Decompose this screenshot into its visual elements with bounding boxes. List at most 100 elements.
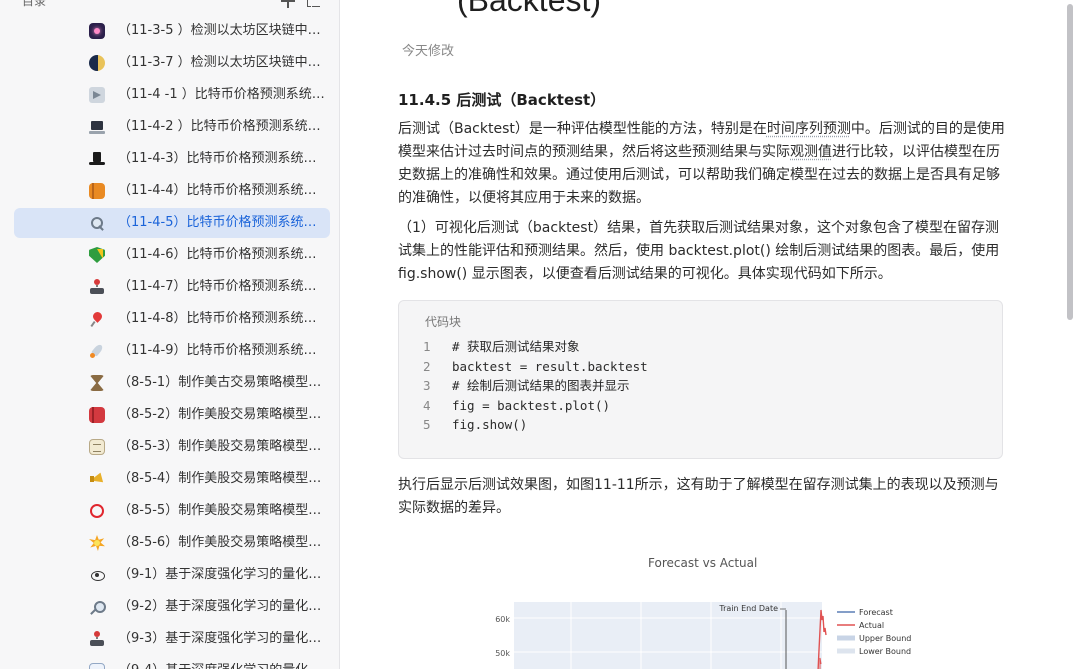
laptop-icon [89,119,105,135]
y-tick-label: 60k [495,615,510,624]
sidebar-toc-item[interactable]: （11-4-7）比特币价格预测系统：模... [14,272,330,302]
joystick-icon [89,631,105,647]
horn-icon [89,471,105,487]
scrollbar-thumb[interactable] [1067,4,1073,320]
sidebar-toc-item[interactable]: （11-4-6）比特币价格预测系统：预测 [14,240,330,270]
megaphone-icon [89,87,105,103]
code-line-text: # 获取后测试结果对象 [452,339,580,354]
sidebar-toc-label: （8-5-2）制作美股交易策略模型：... [118,407,326,422]
magnifier-left-icon [89,599,106,615]
sidebar-toc-item[interactable]: （11-3-7 ）检测以太坊区块链中的非... [14,48,330,78]
term-link[interactable]: 观测值 [790,144,832,160]
rocket-icon [89,343,105,359]
sidebar-toc-label: （11-3-7 ）检测以太坊区块链中的非... [118,55,326,70]
magnifier-icon [89,215,105,231]
sparkle-star-icon [89,23,105,39]
sidebar-toc-item[interactable]: （11-4-2 ）比特币价格预测系统：数... [14,112,330,142]
sidebar-toc-item[interactable]: （11-4-4）比特币价格预测系统：交... [14,176,330,206]
code-line-text: fig.show() [452,417,528,433]
sidebar-toc-label: （11-4-5）比特币价格预测系统：后... [118,215,326,230]
modified-timestamp: 今天修改 [402,44,455,59]
sidebar-toc-label: （9-4）基于深度强化学习的量化交易... [118,663,326,669]
sidebar-toc-label: （11-4-2 ）比特币价格预测系统：数... [118,119,326,134]
term-link[interactable]: 时间序列预测 [767,121,851,137]
sidebar-toc-label: （8-5-6）制作美股交易策略模型：... [118,535,326,550]
code-line: 2 backtest = result.backtest [399,357,999,377]
burst-icon [89,535,105,551]
sidebar-toc-item[interactable]: （9-2）基于深度强化学习的量化交易... [14,592,330,622]
document-pane: (Backtest) 今天修改 11.4.5 后测试（Backtest） 后测试… [341,0,1080,669]
sidebar-toc-item[interactable]: （11-4-9）比特币价格预测系统：模... [14,336,330,366]
paragraph-intro: 后测试（Backtest）是一种评估模型性能的方法，特别是在时间序列预测中。后测… [398,118,1006,210]
train-end-annotation: Train End Date [718,604,778,613]
sidebar-toc-label: （9-1）基于深度强化学习的量化交易... [118,567,326,582]
pushpin-icon [89,311,105,327]
sidebar-toc-item[interactable]: （8-5-1）制作美古交易策略模型：项... [14,368,330,398]
sidebar-toc-item[interactable]: （8-5-2）制作美股交易策略模型：... [14,400,330,430]
paragraph-step-1: （1）可视化后测试（backtest）结果，首先获取后测试结果对象，这个对象包含… [398,220,1000,282]
legend-label: Lower Bound [859,647,911,656]
sidebar-toc-item[interactable]: （11-4-5）比特币价格预测系统：后... [14,208,330,238]
red-book-icon [89,407,105,423]
paragraph-result: 执行后显示后测试效果图，如图11-11所示，这有助于了解模型在留存测试集上的表现… [398,477,999,516]
ledger-icon [89,439,105,455]
legend-label: Actual [859,621,884,630]
legend-label: Forecast [859,608,893,617]
sidebar: 目录 （11-3-5 ）检测以太坊区块链中的非... （11-3-7 ）检测以太坊… [0,0,340,669]
code-line: 4 fig = backtest.plot() [399,396,999,416]
forecast-chart-figure: Forecast vs Actual 60k 50k Train End Date F… [481,540,941,669]
document-scrollbar[interactable] [1067,0,1073,669]
sidebar-toc-label: （11-3-5 ）检测以太坊区块链中的非... [118,23,326,38]
sidebar-toc-item[interactable]: （8-5-5）制作美股交易策略模型：... [14,496,330,526]
sidebar-toc-item[interactable]: （11-3-5 ）检测以太坊区块链中的非... [14,16,330,46]
document-title: (Backtest) [457,0,602,18]
code-line: 1 # 获取后测试结果对象 [399,337,999,357]
sidebar-toc-item[interactable]: （8-5-6）制作美股交易策略模型：... [14,528,330,558]
top-hat-icon [89,151,105,167]
sidebar-toc-label: （11-4-8）比特币价格预测系统：使... [118,311,326,326]
y-tick-label: 50k [495,649,510,658]
sidebar-toc-item[interactable]: （11-4-8）比特币价格预测系统：使... [14,304,330,334]
sidebar-toc-item[interactable]: （8-5-3）制作美股交易策略模型：E... [14,432,330,462]
sidebar-toc-item[interactable]: （9-3）基于深度强化学习的量化交易... [14,624,330,654]
sidebar-toc-label: （8-5-4）制作美股交易策略模型：... [118,471,326,486]
sidebar-toc-label: （11-4-7）比特币价格预测系统：模... [118,279,326,294]
sidebar-title: 目录 [22,0,47,8]
code-line-number: 3 [423,378,431,394]
legend-label: Upper Bound [859,634,911,643]
sidebar-header: 目录 [0,0,339,12]
chart-plot: 60k 50k Train End Date Forecast Actual Upper … [495,602,911,669]
sidebar-toc-label: （11-4-3）比特币价格预测系统：创... [118,151,326,166]
hourglass-icon [90,375,104,391]
sidebar-toc-label: （11-4-9）比特币价格预测系统：模... [118,343,326,358]
eye-glyph-icon [89,567,105,583]
sidebar-toc-item[interactable]: （11-4-3）比特币价格预测系统：创... [14,144,330,174]
joystick-icon [89,279,105,295]
para-text: 后测试（Backtest）是一种评估模型性能的方法，特别是在 [398,121,767,137]
section-heading: 11.4.5 后测试（Backtest） [398,91,606,109]
code-line: 3 # 绘制后测试结果的图表并显示 [399,376,999,396]
sidebar-toc-label: （9-2）基于深度强化学习的量化交易... [118,599,326,614]
code-block-caption: 代码块 [425,315,462,329]
sidebar-toc-label: （11-4-4）比特币价格预测系统：交... [118,183,326,198]
code-line-number: 4 [423,397,431,413]
sidebar-toc-item[interactable]: （9-1）基于深度强化学习的量化交易... [14,560,330,590]
orange-book-icon [89,183,105,199]
chart-icon [89,663,105,669]
beginner-shield-icon [89,247,105,263]
code-block[interactable]: 代码块 1 # 获取后测试结果对象 2 backtest = result.backt… [398,300,1003,459]
moon-icon [89,55,105,71]
outline-tree-icon[interactable] [306,0,320,8]
sidebar-toc-label: （8-5-3）制作美股交易策略模型：E... [118,439,326,454]
sidebar-toc-label: （11-4 -1 ）比特币价格预测系统：Gr... [118,87,326,102]
sidebar-toc-label: （8-5-5）制作美股交易策略模型：... [118,503,326,518]
code-line-text: # 绘制后测试结果的图表并显示 [452,378,630,394]
sidebar-toc-item[interactable]: （11-4 -1 ）比特币价格预测系统：Gr... [14,80,330,110]
sidebar-toc-label: （11-4-6）比特币价格预测系统：预测 [118,247,326,262]
sidebar-toc-item[interactable]: （8-5-4）制作美股交易策略模型：... [14,464,330,494]
sidebar-toc-label: （8-5-1）制作美古交易策略模型：项... [118,375,326,390]
sidebar-toc-item[interactable]: （9-4）基于深度强化学习的量化交易... [14,656,330,669]
add-icon[interactable] [281,0,295,8]
code-line-text: fig = backtest.plot() [452,397,611,413]
code-line-number: 5 [423,417,431,433]
